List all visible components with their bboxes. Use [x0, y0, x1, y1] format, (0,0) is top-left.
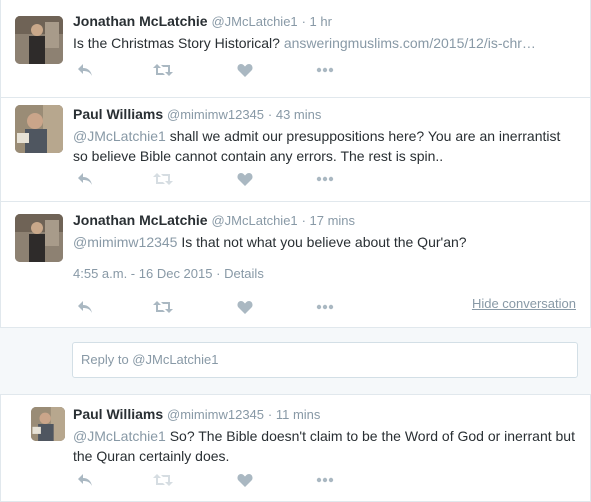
author-name[interactable]: Jonathan McLatchie: [73, 212, 208, 228]
tweet-text: Is the Christmas Story Historical?: [73, 35, 280, 51]
reply-icon: [78, 301, 92, 313]
author-handle[interactable]: @JMcLatchie1: [211, 14, 297, 29]
reply-icon: [78, 173, 92, 185]
reply-input[interactable]: Reply to @JMcLatchie1: [72, 342, 578, 378]
retweet-button[interactable]: [151, 61, 175, 79]
tweet-time[interactable]: · 11 mins: [268, 407, 321, 422]
more-icon: [316, 304, 334, 310]
tweet-timestamp[interactable]: 4:55 a.m. - 16 Dec 2015: [73, 266, 212, 281]
retweet-icon: [153, 301, 173, 313]
like-icon: [237, 474, 253, 487]
retweet-button[interactable]: [151, 298, 175, 316]
reply-button[interactable]: [73, 298, 97, 316]
author-name[interactable]: Paul Williams: [73, 106, 163, 122]
like-button[interactable]: [233, 471, 257, 489]
avatar[interactable]: [15, 214, 63, 262]
author-name[interactable]: Jonathan McLatchie: [73, 13, 208, 29]
like-icon: [237, 173, 253, 186]
tweet-time[interactable]: · 17 mins: [302, 213, 355, 228]
tweet-text: Is that not what you believe about the Q…: [181, 234, 467, 250]
author-handle[interactable]: @mimimw12345: [167, 407, 264, 422]
more-button[interactable]: [313, 298, 337, 316]
hide-conversation-link[interactable]: Hide conversation: [472, 296, 576, 311]
retweet-icon: [153, 64, 173, 76]
tweet-link[interactable]: answeringmuslims.com/2015/12/is-chr…: [284, 35, 536, 51]
tweet[interactable]: Paul Williams @mimimw12345 · 43 mins @JM…: [0, 98, 591, 202]
meta-separator: ·: [216, 266, 221, 281]
avatar[interactable]: [31, 407, 65, 441]
tweet-time[interactable]: · 1 hr: [302, 14, 332, 29]
more-button[interactable]: [313, 170, 337, 188]
retweet-button[interactable]: [151, 170, 175, 188]
reply-icon: [78, 474, 92, 486]
reply-button[interactable]: [73, 61, 97, 79]
tweet[interactable]: Jonathan McLatchie @JMcLatchie1 · 17 min…: [0, 202, 591, 328]
more-button[interactable]: [313, 61, 337, 79]
author-handle[interactable]: @mimimw12345: [167, 107, 264, 122]
tweet-mention[interactable]: @JMcLatchie1: [73, 128, 166, 144]
more-icon: [316, 67, 334, 73]
reply-area: Reply to @JMcLatchie1: [0, 328, 591, 394]
tweet-time[interactable]: · 43 mins: [268, 107, 321, 122]
tweet-mention[interactable]: @JMcLatchie1: [73, 428, 166, 444]
like-icon: [237, 64, 253, 77]
reply-icon: [78, 64, 92, 76]
tweet-mention[interactable]: @mimimw12345: [73, 234, 177, 250]
retweet-button[interactable]: [151, 471, 175, 489]
more-button[interactable]: [313, 471, 337, 489]
like-button[interactable]: [233, 61, 257, 79]
like-button[interactable]: [233, 298, 257, 316]
more-icon: [316, 176, 334, 182]
tweet[interactable]: Paul Williams @mimimw12345 · 11 mins @JM…: [0, 394, 591, 502]
details-link[interactable]: Details: [224, 266, 264, 281]
like-button[interactable]: [233, 170, 257, 188]
more-icon: [316, 477, 334, 483]
retweet-icon: [153, 173, 173, 185]
author-handle[interactable]: @JMcLatchie1: [211, 213, 297, 228]
retweet-icon: [153, 474, 173, 486]
like-icon: [237, 301, 253, 314]
avatar[interactable]: [15, 105, 63, 153]
reply-button[interactable]: [73, 471, 97, 489]
avatar[interactable]: [15, 16, 63, 64]
author-name[interactable]: Paul Williams: [73, 406, 163, 422]
tweet[interactable]: Jonathan McLatchie @JMcLatchie1 · 1 hr I…: [0, 0, 591, 98]
reply-button[interactable]: [73, 170, 97, 188]
